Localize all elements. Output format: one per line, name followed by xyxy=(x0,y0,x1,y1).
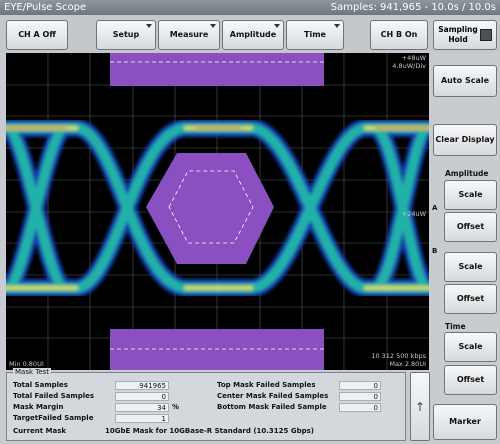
mask-margin-value[interactable]: 34 xyxy=(115,403,169,412)
time-offset-button[interactable]: Offset xyxy=(444,365,497,395)
bit-rate: 10 312 500 kbps xyxy=(371,352,426,360)
top-failed-value: 0 xyxy=(339,381,381,390)
total-samples-value: 941965 xyxy=(115,381,169,390)
sampling-hold-indicator xyxy=(480,29,492,41)
setup-button[interactable]: Setup xyxy=(96,20,156,50)
time-button[interactable]: Time xyxy=(286,20,344,50)
amplitude-a-scale-button[interactable]: Scale xyxy=(444,180,497,210)
eye-diagram-display[interactable]: +48uW 4.8uW/Div +24uW Min 0.80UI 10 312 … xyxy=(6,53,429,370)
time-section-label: Time xyxy=(445,322,466,331)
mask-margin-label: Mask Margin xyxy=(13,403,64,411)
toolbar: CH A Off Setup Measure Amplitude Time CH… xyxy=(0,15,500,53)
max-amplitude: +48uW xyxy=(401,54,426,62)
window-title: EYE/Pulse Scope xyxy=(4,2,87,13)
top-mask xyxy=(110,53,324,86)
amplitude-per-div: 4.8uW/Div xyxy=(392,62,426,70)
scroll-up-button[interactable]: ↑ xyxy=(410,372,430,441)
mask-test-legend: Mask Test xyxy=(13,368,52,376)
min-ui: Min 0.80UI xyxy=(9,360,44,368)
mask-margin-unit: % xyxy=(172,403,180,411)
clear-display-button[interactable]: Clear Display xyxy=(433,124,497,156)
sampling-hold-toggle[interactable]: Sampling Hold xyxy=(433,20,497,50)
center-failed-value: 0 xyxy=(339,392,381,401)
arrow-up-icon: ↑ xyxy=(414,399,426,414)
amplitude-b-offset-button[interactable]: Offset xyxy=(444,284,497,314)
total-failed-label: Total Failed Samples xyxy=(13,392,95,400)
eye-diagram xyxy=(6,53,429,370)
current-mask-value: 10GbE Mask for 10GBase-R Standard (10.31… xyxy=(105,427,314,435)
title-bar: EYE/Pulse Scope Samples: 941,965 - 10.0s… xyxy=(0,0,500,15)
sampling-hold-label: Sampling Hold xyxy=(438,25,478,44)
channel-b-marker: B xyxy=(432,247,438,255)
marker-button[interactable]: Marker xyxy=(433,404,497,440)
target-failed-label: TargetFailed Sample xyxy=(13,414,94,422)
time-scale-button[interactable]: Scale xyxy=(444,332,497,362)
ch-b-on-button[interactable]: CH B On xyxy=(370,20,428,50)
amplitude-a-offset-button[interactable]: Offset xyxy=(444,212,497,242)
amplitude-button[interactable]: Amplitude xyxy=(222,20,284,50)
bottom-mask xyxy=(110,329,324,370)
current-mask-label: Current Mask xyxy=(13,427,67,435)
bottom-failed-value: 0 xyxy=(339,403,381,412)
channel-a-marker: A xyxy=(432,204,438,212)
ch-a-off-button[interactable]: CH A Off xyxy=(6,20,68,50)
auto-scale-button[interactable]: Auto Scale xyxy=(433,65,497,97)
measure-button[interactable]: Measure xyxy=(158,20,220,50)
amplitude-b-scale-button[interactable]: Scale xyxy=(444,252,497,282)
total-failed-value: 0 xyxy=(115,392,169,401)
total-samples-label: Total Samples xyxy=(13,381,68,389)
rate-readout: 10 312 500 kbps Max 2.80UI xyxy=(371,352,426,368)
amplitude-section-label: Amplitude xyxy=(445,169,489,178)
center-failed-label: Center Mask Failed Samples xyxy=(217,392,329,400)
top-failed-label: Top Mask Failed Samples xyxy=(217,381,316,389)
sample-status: Samples: 941,965 - 10.0s / 10.0s xyxy=(330,2,496,13)
target-failed-value[interactable]: 1 xyxy=(115,414,169,423)
mid-amplitude: +24uW xyxy=(401,210,426,218)
amplitude-readout: +48uW 4.8uW/Div xyxy=(392,54,426,70)
center-mask xyxy=(146,153,274,264)
bottom-failed-label: Bottom Mask Failed Sample xyxy=(217,403,327,411)
max-ui: Max 2.80UI xyxy=(389,360,426,368)
mask-test-panel: Mask Test Total Samples 941965 Total Fai… xyxy=(6,368,406,441)
